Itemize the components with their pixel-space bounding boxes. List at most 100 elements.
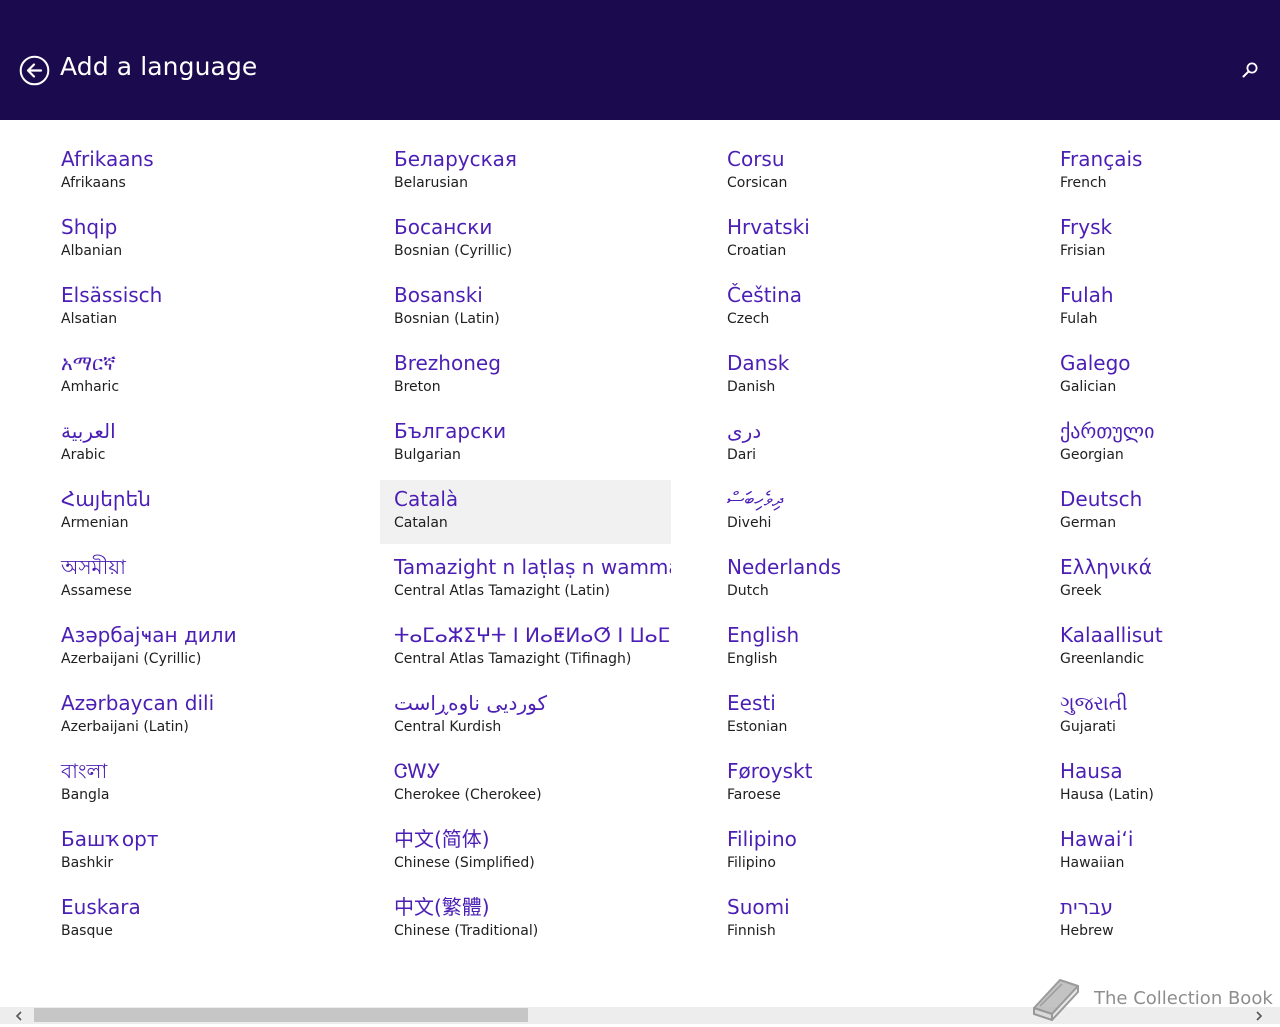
language-item[interactable]: অসমীয়া Assamese bbox=[47, 548, 367, 612]
language-item[interactable]: Nederlands Dutch bbox=[713, 548, 1033, 612]
language-native-name: ગુજરાતી bbox=[1060, 691, 1128, 715]
language-english-name: Assamese bbox=[61, 583, 132, 599]
language-item[interactable]: Беларуская Belarusian bbox=[380, 140, 671, 204]
language-item[interactable]: العربية Arabic bbox=[47, 412, 367, 476]
language-english-name: Fulah bbox=[1060, 311, 1098, 327]
watermark: The Collection Book bbox=[1026, 970, 1280, 1024]
language-english-name: Frisian bbox=[1060, 243, 1106, 259]
language-native-name: Elsässisch bbox=[61, 283, 163, 307]
language-item[interactable]: ދިވެހިބަސް Divehi bbox=[713, 480, 1033, 544]
language-item[interactable]: Suomi Finnish bbox=[713, 888, 1033, 952]
language-native-name: অসমীয়া bbox=[61, 555, 126, 579]
language-item[interactable]: Hawaiʻi Hawaiian bbox=[1046, 820, 1280, 884]
language-item[interactable]: درى Dari bbox=[713, 412, 1033, 476]
language-native-name: Filipino bbox=[727, 827, 797, 851]
language-item[interactable]: English English bbox=[713, 616, 1033, 680]
language-item[interactable]: Босански Bosnian (Cyrillic) bbox=[380, 208, 671, 272]
language-item[interactable]: ᏣᎳᎩ Cherokee (Cherokee) bbox=[380, 752, 671, 816]
language-item[interactable]: 中文(简体) Chinese (Simplified) bbox=[380, 820, 671, 884]
language-english-name: Corsican bbox=[727, 175, 788, 191]
scroll-left-button[interactable] bbox=[12, 1008, 26, 1022]
language-item[interactable]: ⵜⴰⵎⴰⵣⵉⵖⵜ ⵏ ⵍⴰⵟⵍⴰⵚ ⵏ ⵡⴰⵎⵎⴰⵙ Central Atlas … bbox=[380, 616, 671, 680]
language-item[interactable]: Hrvatski Croatian bbox=[713, 208, 1033, 272]
language-item[interactable]: Башҡорт Bashkir bbox=[47, 820, 367, 884]
language-native-name: کوردیی ناوەڕاست bbox=[394, 691, 547, 715]
language-english-name: German bbox=[1060, 515, 1117, 531]
language-column: Corsu Corsican Hrvatski Croatian Čeština Czec… bbox=[713, 140, 1033, 956]
language-native-name: Hausa bbox=[1060, 759, 1123, 783]
language-native-name: Босански bbox=[394, 215, 493, 239]
language-english-name: Filipino bbox=[727, 855, 776, 871]
language-item[interactable]: Български Bulgarian bbox=[380, 412, 671, 476]
book-icon bbox=[1033, 979, 1079, 1021]
language-item[interactable]: 中文(繁體) Chinese (Traditional) bbox=[380, 888, 671, 952]
language-native-name: ᏣᎳᎩ bbox=[394, 759, 441, 783]
language-item[interactable]: Tamazight n laṭlaṣ n wammas Central Atlas… bbox=[380, 548, 671, 612]
back-button[interactable] bbox=[19, 55, 50, 86]
language-english-name: Bosnian (Cyrillic) bbox=[394, 243, 513, 259]
language-native-name: ქართული bbox=[1060, 419, 1155, 443]
language-english-name: Central Atlas Tamazight (Latin) bbox=[394, 583, 610, 599]
language-english-name: Greenlandic bbox=[1060, 651, 1145, 667]
language-item[interactable]: Filipino Filipino bbox=[713, 820, 1033, 884]
language-item[interactable]: Euskara Basque bbox=[47, 888, 367, 952]
language-english-name: Croatian bbox=[727, 243, 787, 259]
language-native-name: Brezhoneg bbox=[394, 351, 501, 375]
scrollbar-thumb[interactable] bbox=[34, 1008, 528, 1022]
language-native-name: Shqip bbox=[61, 215, 118, 239]
language-item[interactable]: አማርኛ Amharic bbox=[47, 344, 367, 408]
language-item[interactable]: Азәрбајҹан дили Azerbaijani (Cyrillic) bbox=[47, 616, 367, 680]
language-item[interactable]: Hausa Hausa (Latin) bbox=[1046, 752, 1280, 816]
page-title: Add a language bbox=[60, 52, 258, 81]
language-native-name: Galego bbox=[1060, 351, 1131, 375]
language-item[interactable]: Brezhoneg Breton bbox=[380, 344, 671, 408]
language-english-name: Dari bbox=[727, 447, 757, 463]
language-item[interactable]: Eesti Estonian bbox=[713, 684, 1033, 748]
language-native-name: Deutsch bbox=[1060, 487, 1143, 511]
language-native-name: Fulah bbox=[1060, 283, 1114, 307]
language-item[interactable]: Deutsch German bbox=[1046, 480, 1280, 544]
search-button[interactable] bbox=[1240, 60, 1260, 80]
language-grid: Afrikaans Afrikaans Shqip Albanian Elsässisc… bbox=[0, 120, 1280, 1007]
language-item[interactable]: Bosanski Bosnian (Latin) bbox=[380, 276, 671, 340]
language-english-name: Hawaiian bbox=[1060, 855, 1125, 871]
language-english-name: Hebrew bbox=[1060, 923, 1114, 939]
language-native-name: Азәрбајҹан дили bbox=[61, 623, 237, 647]
language-item[interactable]: Français French bbox=[1046, 140, 1280, 204]
language-item[interactable]: ગુજરાતી Gujarati bbox=[1046, 684, 1280, 748]
language-native-name: درى bbox=[727, 419, 762, 443]
language-native-name: Afrikaans bbox=[61, 147, 154, 171]
language-item[interactable]: کوردیی ناوەڕاست Central Kurdish bbox=[380, 684, 671, 748]
language-item[interactable]: עברית Hebrew bbox=[1046, 888, 1280, 952]
language-item[interactable]: Čeština Czech bbox=[713, 276, 1033, 340]
language-item[interactable]: Elsässisch Alsatian bbox=[47, 276, 367, 340]
language-native-name: 中文(简体) bbox=[394, 827, 490, 851]
language-native-name: Беларуская bbox=[394, 147, 517, 171]
language-item[interactable]: Corsu Corsican bbox=[713, 140, 1033, 204]
language-english-name: Bashkir bbox=[61, 855, 114, 871]
language-english-name: English bbox=[727, 651, 778, 667]
language-native-name: Čeština bbox=[727, 283, 803, 307]
language-english-name: Chinese (Simplified) bbox=[394, 855, 535, 871]
language-item[interactable]: Shqip Albanian bbox=[47, 208, 367, 272]
language-item[interactable]: Afrikaans Afrikaans bbox=[47, 140, 367, 204]
language-english-name: Greek bbox=[1060, 583, 1102, 599]
language-item[interactable]: Ελληνικά Greek bbox=[1046, 548, 1280, 612]
language-item[interactable]: Kalaallisut Greenlandic bbox=[1046, 616, 1280, 680]
language-item[interactable]: Azərbaycan dili Azerbaijani (Latin) bbox=[47, 684, 367, 748]
language-english-name: Catalan bbox=[394, 515, 448, 531]
language-item[interactable]: Català Catalan bbox=[380, 480, 671, 544]
language-english-name: Gujarati bbox=[1060, 719, 1116, 735]
language-item[interactable]: Հայերեն Armenian bbox=[47, 480, 367, 544]
language-english-name: Central Kurdish bbox=[394, 719, 502, 735]
language-item[interactable]: Dansk Danish bbox=[713, 344, 1033, 408]
language-item[interactable]: Fulah Fulah bbox=[1046, 276, 1280, 340]
language-item[interactable]: ქართული Georgian bbox=[1046, 412, 1280, 476]
language-english-name: Danish bbox=[727, 379, 776, 395]
language-native-name: Tamazight n laṭlaṣ n wammas bbox=[394, 555, 671, 579]
language-item[interactable]: Føroyskt Faroese bbox=[713, 752, 1033, 816]
language-item[interactable]: Galego Galician bbox=[1046, 344, 1280, 408]
language-native-name: Hrvatski bbox=[727, 215, 810, 239]
language-item[interactable]: বাংলা Bangla bbox=[47, 752, 367, 816]
language-item[interactable]: Frysk Frisian bbox=[1046, 208, 1280, 272]
